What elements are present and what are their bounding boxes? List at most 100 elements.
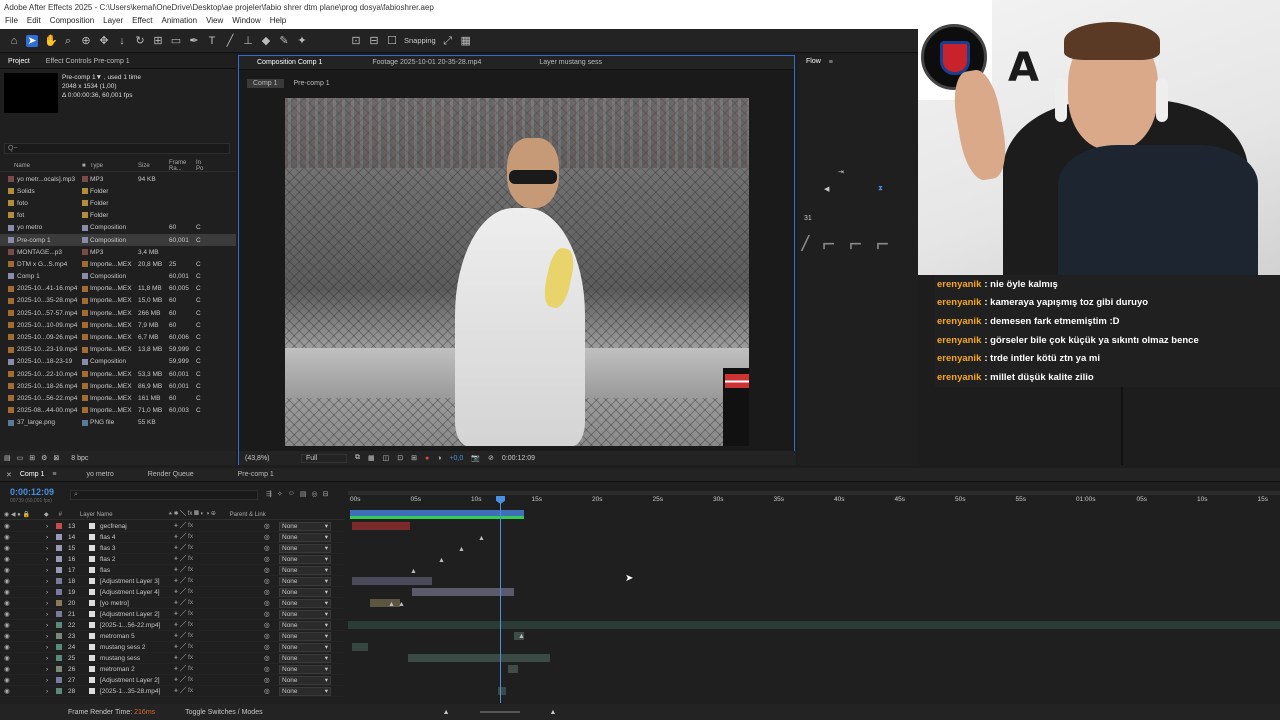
layer-name[interactable]: metroman 2: [100, 666, 172, 673]
tab-yo-metro[interactable]: yo metro: [56, 468, 121, 482]
layer-name[interactable]: flas 2: [100, 556, 172, 563]
layer-duration-bar[interactable]: [352, 522, 410, 530]
layer-switches-icon[interactable]: ⚹ ╱ fx: [174, 522, 193, 530]
col-size[interactable]: Size: [138, 163, 169, 169]
breadcrumb-pre-comp-1[interactable]: Pre-comp 1: [290, 79, 334, 88]
time-ruler[interactable]: 00s 05s 10s 15s 20s 25s 30s 35s 40s 45s 50s 55s 01:0…: [348, 496, 1280, 510]
layer-duration-bar[interactable]: [408, 654, 550, 662]
toggle-switches-modes[interactable]: Toggle Switches / Modes: [185, 709, 262, 716]
parent-dropdown[interactable]: None ▾: [279, 687, 331, 696]
menu-composition[interactable]: Composition: [50, 16, 94, 28]
item-label-swatch[interactable]: [82, 188, 90, 195]
zoom-tool-icon[interactable]: ⌕: [62, 35, 74, 47]
parent-dropdown[interactable]: None ▾: [279, 676, 331, 685]
expand-chevron-icon[interactable]: ›: [46, 677, 48, 684]
panel-menu-icon[interactable]: ≡: [829, 59, 833, 66]
project-item-row[interactable]: Pre-comp 1 Composition 60,001 C: [0, 233, 236, 247]
layer-duration-bar[interactable]: [348, 621, 1280, 629]
parent-dropdown[interactable]: None ▾: [279, 533, 331, 542]
layer-duration-bar[interactable]: [352, 577, 432, 585]
keyframe-icon[interactable]: ▲: [438, 557, 445, 564]
fast-previews-icon[interactable]: ⧉: [355, 454, 360, 462]
item-label-swatch[interactable]: [82, 322, 90, 329]
keyframe-icon[interactable]: ▲: [458, 546, 465, 553]
home-icon[interactable]: ⌂: [8, 35, 20, 47]
layer-row[interactable]: ◉ › 16 flas 2 ⚹ ╱ fx ◎ None ▾: [0, 554, 345, 565]
dolly-camera-icon[interactable]: ↓: [116, 35, 128, 47]
flow-expand-icon[interactable]: ⇥: [838, 168, 844, 176]
parent-dropdown[interactable]: None ▾: [279, 610, 331, 619]
tab-flow[interactable]: Flow: [798, 55, 829, 69]
timeline-current-time[interactable]: 0:00:12:09: [10, 487, 54, 497]
item-label-swatch[interactable]: [82, 309, 90, 317]
menu-view[interactable]: View: [206, 16, 223, 28]
project-item-row[interactable]: 2025-10...35-28.mp4 Importe...MEX 15,0 MB 6…: [0, 295, 236, 307]
keyframe-icon[interactable]: ▲: [410, 568, 417, 575]
parent-dropdown[interactable]: None ▾: [279, 654, 331, 663]
parent-pick-whip-icon[interactable]: ◎: [264, 555, 270, 563]
item-label-swatch[interactable]: [82, 419, 90, 426]
layer-switches-icon[interactable]: ⚹ ╱ fx: [174, 555, 193, 563]
parent-dropdown[interactable]: None ▾: [279, 643, 331, 652]
expand-chevron-icon[interactable]: ›: [46, 556, 48, 563]
grid-guides-icon[interactable]: ⊞: [411, 454, 417, 462]
layer-switches-icon[interactable]: ⚹ ╱ fx: [174, 610, 193, 618]
snap-option-icon[interactable]: ⤢: [442, 35, 454, 47]
parent-pick-whip-icon[interactable]: ◎: [264, 533, 270, 541]
layer-row[interactable]: ◉ › 24 mustang sess 2 ⚹ ╱ fx ◎ None ▾: [0, 642, 345, 653]
layer-label-color[interactable]: [56, 633, 62, 639]
new-comp-icon[interactable]: ⊞: [29, 454, 35, 462]
item-label-swatch[interactable]: [82, 236, 90, 244]
resolution-dropdown[interactable]: Full: [301, 453, 347, 463]
show-snapshot-icon[interactable]: ⊘: [488, 454, 494, 462]
align-icon[interactable]: ⊡: [350, 35, 362, 47]
layer-label-color[interactable]: [56, 567, 62, 573]
expand-chevron-icon[interactable]: ›: [46, 545, 48, 552]
project-item-row[interactable]: 37_large.png PNG file 55 KB: [0, 417, 236, 429]
layer-row[interactable]: ◉ › 27 [Adjustment Layer 2] ⚹ ╱ fx ◎ None ▾: [0, 675, 345, 686]
expand-chevron-icon[interactable]: ›: [46, 589, 48, 596]
visibility-eye-icon[interactable]: ◉: [2, 533, 12, 541]
layer-row[interactable]: ◉ › 21 [Adjustment Layer 2] ⚹ ╱ fx ◎ None ▾: [0, 609, 345, 620]
project-item-row[interactable]: 2025-10...22-10.mp4 Importe...MEX 53,3 MB 6…: [0, 368, 236, 380]
project-item-row[interactable]: 2025-10...41-16.mp4 Importe...MEX 11,8 MB 6…: [0, 283, 236, 295]
layer-switches-icon[interactable]: ⚹ ╱ fx: [174, 665, 193, 673]
parent-dropdown[interactable]: None ▾: [279, 665, 331, 674]
zoom-out-icon[interactable]: ▲: [443, 709, 450, 716]
project-item-row[interactable]: 2025-08...44-00.mp4 Importe...MEX 71,0 MB 6…: [0, 405, 236, 417]
layer-row[interactable]: ◉ › 20 [yo metro] ⚹ ╱ fx ◎ None ▾: [0, 598, 345, 609]
menu-window[interactable]: Window: [232, 16, 260, 28]
layer-row[interactable]: ◉ › 26 metroman 2 ⚹ ╱ fx ◎ None ▾: [0, 664, 345, 675]
item-label-swatch[interactable]: [82, 358, 90, 365]
hand-tool-icon[interactable]: ✋: [44, 35, 58, 47]
close-icon[interactable]: ✕: [0, 471, 12, 479]
parent-pick-whip-icon[interactable]: ◎: [264, 522, 270, 530]
menu-help[interactable]: Help: [270, 16, 286, 28]
parent-dropdown[interactable]: None ▾: [279, 599, 331, 608]
expand-chevron-icon[interactable]: ›: [46, 534, 48, 541]
layer-label-color[interactable]: [56, 688, 62, 694]
expand-chevron-icon[interactable]: ›: [46, 611, 48, 618]
parent-pick-whip-icon[interactable]: ◎: [264, 632, 270, 640]
layer-label-color[interactable]: [56, 589, 62, 595]
mask-visibility-icon[interactable]: ◫: [383, 454, 390, 462]
expand-chevron-icon[interactable]: ›: [46, 622, 48, 629]
layer-switches-icon[interactable]: ⚹ ╱ fx: [174, 588, 193, 596]
layer-name[interactable]: [yo metro]: [100, 600, 172, 607]
item-label-swatch[interactable]: [82, 407, 90, 414]
visibility-eye-icon[interactable]: ◉: [2, 687, 12, 695]
parent-dropdown[interactable]: None ▾: [279, 588, 331, 597]
tab-effect-controls[interactable]: Effect Controls Pre-comp 1: [38, 55, 138, 69]
col-frame-rate[interactable]: Frame Ra...: [169, 160, 196, 172]
current-time-indicator[interactable]: [500, 496, 501, 703]
parent-dropdown[interactable]: None ▾: [279, 566, 331, 575]
motion-blur-icon[interactable]: ◎: [312, 490, 318, 498]
layer-label-color[interactable]: [56, 677, 62, 683]
layer-switches-icon[interactable]: ⚹ ╱ fx: [174, 599, 193, 607]
selection-tool-icon[interactable]: ➤: [26, 34, 38, 47]
transparency-grid-icon[interactable]: ▦: [368, 454, 375, 462]
expand-chevron-icon[interactable]: ›: [46, 523, 48, 530]
menu-edit[interactable]: Edit: [27, 16, 41, 28]
layer-row[interactable]: ◉ › 25 mustang sess ⚹ ╱ fx ◎ None ▾: [0, 653, 345, 664]
item-label-swatch[interactable]: [82, 273, 90, 280]
